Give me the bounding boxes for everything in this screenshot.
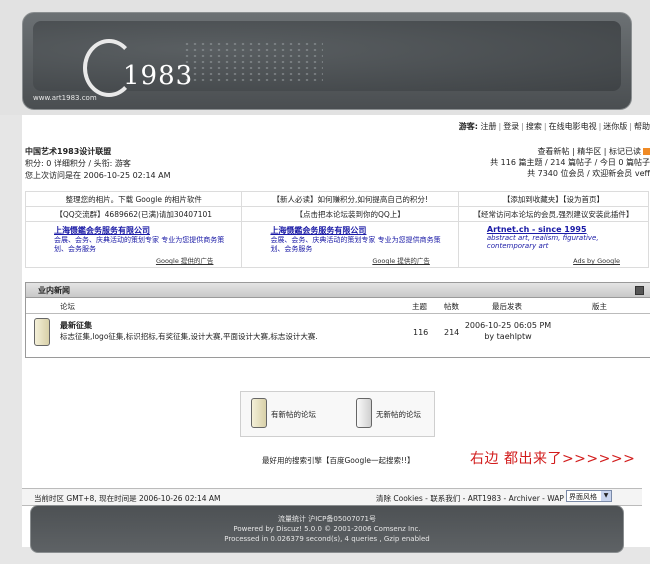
forum-desc: 标志征集,logo征集,标识招标,有奖征集,设计大赛,平面设计大赛,标志设计大赛… (60, 332, 318, 341)
notice-cell[interactable]: 整理您的相片。下载 Google 的相片软件 (24, 191, 243, 207)
stats-members: 共 7340 位会员 / 欢迎新会员 veff (527, 169, 650, 178)
notice-table: 整理您的相片。下载 Google 的相片软件 【新人必读】如何赚积分,如何提高自… (24, 191, 650, 268)
guest-label: 游客: (458, 122, 478, 131)
process-info: Processed in 0.026379 second(s), 4 queri… (224, 535, 430, 543)
icon-legend: 有新帖的论坛 无新帖的论坛 (240, 391, 435, 437)
search-promo[interactable]: 最好用的搜索引擎【百度Google一起搜索!!】 (262, 455, 414, 466)
ad-title[interactable]: 上海慑鑑会务服务有限公司 (270, 225, 453, 236)
link-mark-read[interactable]: 标记已读 (609, 147, 641, 156)
last-post-time[interactable]: 2006-10-25 06:05 PM (463, 320, 553, 331)
last-post: 2006-10-25 06:05 PM by taehlptw (463, 320, 553, 342)
rss-icon[interactable] (643, 148, 650, 155)
legend-new: 有新帖的论坛 (271, 410, 316, 419)
link-digest[interactable]: 精华区 (577, 147, 601, 156)
column-headers: 论坛 主题 帖数 最后发表 版主 (26, 298, 650, 314)
nav-login[interactable]: 登录 (503, 122, 519, 131)
ad-title[interactable]: Artnet.ch - since 1995 (487, 225, 644, 234)
nav-movies[interactable]: 在线电影电视 (549, 122, 597, 131)
user-info: 积分: 0 详细积分 / 头衔: 游客 您上次访问是在 2006-10-25 0… (25, 158, 171, 182)
stats-posts: 共 116 篇主题 / 214 篇帖子 / 今日 0 篇帖子 (490, 158, 650, 167)
ad-block: 上海慑鑑会务服务有限公司 会展、会务、庆典活动的策划专家 专业为您提供商务策划、… (241, 221, 459, 268)
post-count: 214 (444, 328, 460, 337)
ad-text[interactable]: abstract art, realism, figurative, conte… (487, 234, 644, 250)
no-new-posts-icon (356, 398, 372, 428)
forum-title[interactable]: 中国艺术1983设计联盟 (25, 146, 111, 157)
style-select-label: 界面风格 (569, 493, 597, 501)
notice-cell[interactable]: 【点击把本论坛装到你的QQ上】 (241, 206, 459, 222)
icp-line[interactable]: 流量统计 沪ICP备05007071号 (31, 514, 623, 524)
ad-text[interactable]: 会展、会务、庆典活动的策划专家 专业为您提供商务策划、会务服务 (270, 236, 453, 254)
ad-provider[interactable]: Google 提供的广告 (156, 255, 214, 265)
ad-block: 上海慑鑑会务服务有限公司 会展、会务、庆典活动的策划专家 专业为您提供商务策划、… (24, 221, 243, 268)
footer-bar: 当前时区 GMT+8, 现在时间是 2006-10-26 02:14 AM 清除… (22, 488, 642, 506)
annotation-text: 右边 都出来了>>>>>> (470, 451, 636, 467)
col-posts: 帖数 (444, 302, 459, 311)
banner-inner: 1983 (33, 21, 621, 97)
topic-count: 116 (413, 328, 429, 337)
last-post-author[interactable]: by taehlptw (463, 331, 553, 342)
legend-nonew: 无新帖的论坛 (376, 410, 421, 419)
top-nav: 游客: 注册 | 登录 | 搜索 | 在线电影电视 | 迷你版 | 帮助 (458, 122, 650, 131)
new-posts-icon (251, 398, 267, 428)
chevron-down-icon[interactable]: ▼ (601, 491, 611, 501)
nav-help[interactable]: 帮助 (634, 122, 650, 131)
points-line: 积分: 0 详细积分 / 头衔: 游客 (25, 159, 131, 168)
section-header: 业内新闻 (26, 283, 650, 298)
forum-status-icon (34, 318, 50, 346)
ad-block: Artnet.ch - since 1995 abstract art, rea… (457, 221, 650, 268)
col-last-post: 最后发表 (492, 302, 522, 311)
current-time: 当前时区 GMT+8, 现在时间是 2006-10-26 02:14 AM (34, 494, 221, 503)
col-forum: 论坛 (60, 302, 75, 311)
forum-stats: 查看新帖 | 精华区 | 标记已读 共 116 篇主题 / 214 篇帖子 / … (490, 146, 650, 179)
last-visit: 您上次访问是在 2006-10-25 02:14 AM (25, 171, 171, 180)
banner-url: www.art1983.com (33, 94, 97, 102)
section-title[interactable]: 业内新闻 (38, 285, 70, 296)
style-select[interactable]: 界面风格 ▼ (566, 490, 612, 502)
notice-cell[interactable]: 【新人必读】如何赚积分,如何提高自己的积分! (241, 191, 459, 207)
ad-text[interactable]: 会展、会务、庆典活动的策划专家 专业为您提供商务策划、会务服务 (54, 236, 237, 254)
nav-register[interactable]: 注册 (480, 122, 496, 131)
banner-pattern (183, 41, 323, 81)
logo[interactable]: 1983 (123, 61, 193, 91)
notice-cell[interactable]: 【QQ交流群】4689662(已满)请加30407101 (24, 206, 243, 222)
col-moderators: 版主 (592, 302, 607, 311)
forum-name[interactable]: 最新征集 (60, 320, 92, 331)
col-topics: 主题 (412, 302, 427, 311)
page-footer: 流量统计 沪ICP备05007071号 Powered by Discuz! 5… (30, 505, 624, 553)
notice-cell[interactable]: 【添加到收藏夹】【设为首页】 (457, 191, 650, 207)
notice-cell[interactable]: 【经常访问本论坛的会员,强烈建议安装此插件】 (457, 206, 650, 222)
powered-by[interactable]: Powered by Discuz! 5.0.0 © 2001-2006 Com… (31, 525, 623, 533)
ad-provider[interactable]: Ads by Google (573, 257, 620, 265)
nav-mini[interactable]: 迷你版 (603, 122, 627, 131)
nav-search[interactable]: 搜索 (526, 122, 542, 131)
collapse-icon[interactable] (635, 286, 644, 295)
forum-row: 最新征集 标志征集,logo征集,标识招标,有奖征集,设计大赛,平面设计大赛,标… (26, 314, 650, 352)
ad-title[interactable]: 上海慑鑑会务服务有限公司 (54, 225, 237, 236)
forum-section: 业内新闻 论坛 主题 帖数 最后发表 版主 最新征集 标志征集,logo征集,标… (25, 282, 650, 358)
main-content: 游客: 注册 | 登录 | 搜索 | 在线电影电视 | 迷你版 | 帮助 中国艺术1983设计联盟 … (22, 115, 650, 547)
site-header: 1983 www.art1983.com (0, 0, 650, 115)
quick-links: 查看新帖 | 精华区 | 标记已读 (490, 146, 650, 157)
link-new-posts[interactable]: 查看新帖 (537, 147, 569, 156)
ad-provider[interactable]: Google 提供的广告 (372, 255, 430, 265)
banner: 1983 www.art1983.com (22, 12, 632, 110)
footer-links[interactable]: 清除 Cookies - 联系我们 - ART1983 - Archiver -… (376, 493, 564, 504)
